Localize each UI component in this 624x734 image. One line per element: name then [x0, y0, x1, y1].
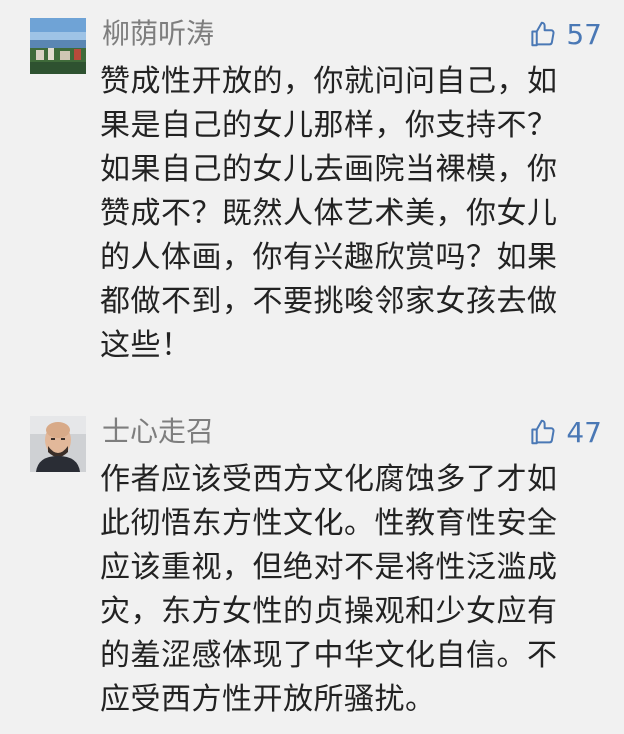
thumbs-up-icon: [531, 21, 555, 47]
thumbs-up-icon: [531, 419, 555, 445]
comment-text: 赞成性开放的，你就问问自己，如 果是自己的女儿那样，你支持不？ 如果自己的女儿去…: [100, 64, 558, 363]
comment-text: 作者应该受西方文化腐蚀多了才如 此彻悟东方性文化。性教育性安全 应该重视，但绝对…: [100, 462, 558, 717]
username[interactable]: 士心走召: [102, 412, 214, 452]
user-avatar[interactable]: [30, 18, 86, 74]
username[interactable]: 柳荫听涛: [102, 14, 214, 54]
like-button[interactable]: 57: [528, 14, 602, 54]
harbor-scene-avatar: [30, 18, 86, 74]
user-avatar[interactable]: [30, 416, 86, 472]
like-button[interactable]: 47: [528, 412, 602, 452]
bald-man-avatar: [30, 416, 86, 472]
like-count: 57: [566, 17, 602, 51]
like-count: 47: [566, 415, 602, 449]
